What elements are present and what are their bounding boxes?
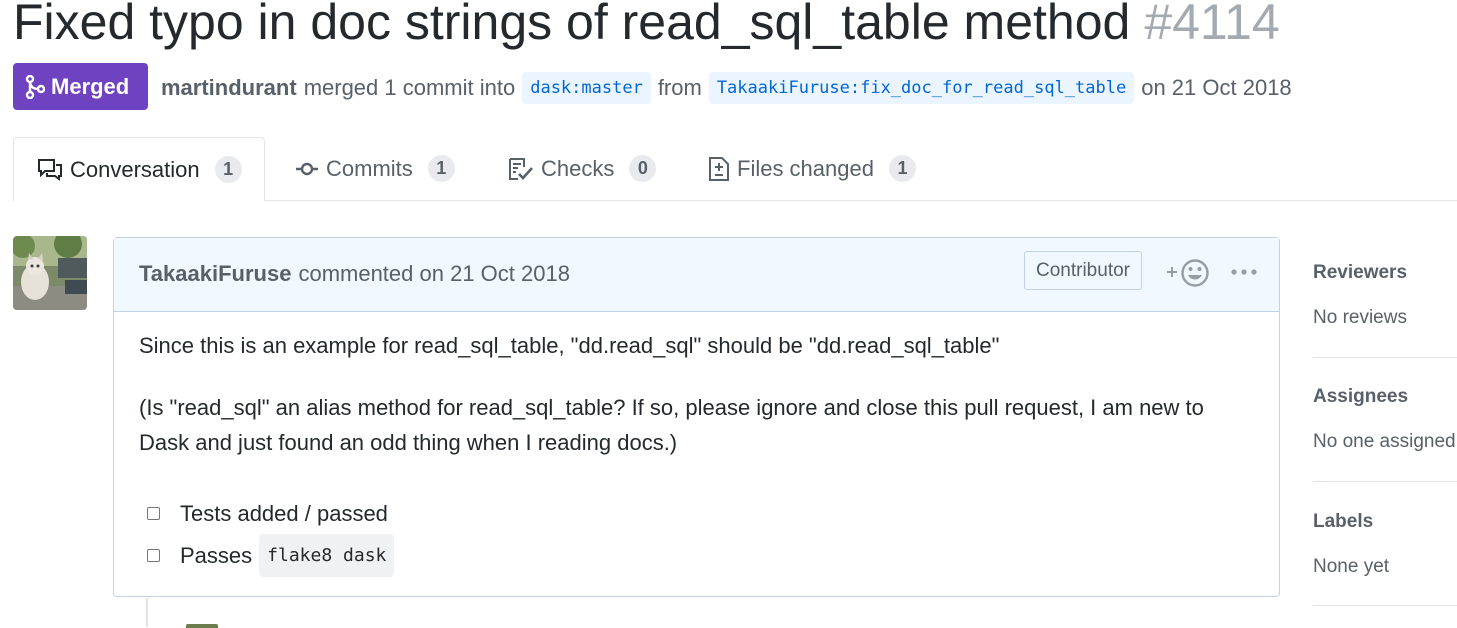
comment-paragraph-1: Since this is an example for read_sql_ta… bbox=[139, 333, 1000, 358]
labels-section[interactable]: Labels None yet bbox=[1313, 510, 1457, 579]
comment-discussion-icon bbox=[38, 158, 62, 181]
comment-box: TakaakiFuruse commented on 21 Oct 2018 C… bbox=[113, 237, 1280, 597]
comment-options-button[interactable] bbox=[1229, 258, 1259, 286]
pr-title-row: Fixed typo in doc strings of read_sql_ta… bbox=[13, 0, 1280, 54]
avatar-photo bbox=[13, 236, 87, 310]
checklist-icon bbox=[509, 157, 533, 180]
add-reaction-button[interactable] bbox=[1164, 256, 1214, 288]
task-checkbox[interactable] bbox=[147, 549, 160, 562]
git-merge-icon bbox=[25, 74, 45, 99]
sidebar-divider bbox=[1313, 481, 1457, 482]
tab-conversation-label: Conversation bbox=[70, 156, 200, 182]
sidebar-divider bbox=[1313, 357, 1457, 358]
merger-username-link[interactable]: martindurant bbox=[161, 75, 297, 101]
comment-paragraph-2: (Is "read_sql" an alias method for read_… bbox=[139, 395, 1204, 455]
comment-author-link[interactable]: TakaakiFuruse bbox=[139, 261, 291, 287]
comment-timestamp[interactable]: commented on 21 Oct 2018 bbox=[298, 261, 570, 287]
task-label: Tests added / passed bbox=[180, 501, 388, 526]
tab-files-changed-count: 1 bbox=[888, 155, 916, 182]
contributor-badge: Contributor bbox=[1024, 251, 1142, 290]
reviewers-section[interactable]: Reviewers No reviews bbox=[1313, 261, 1457, 330]
labels-title: Labels bbox=[1313, 511, 1374, 532]
tab-checks-label: Checks bbox=[541, 155, 615, 181]
task-checkbox[interactable] bbox=[147, 507, 160, 520]
merged-status-badge: Merged bbox=[13, 63, 148, 110]
tab-conversation[interactable]: Conversation 1 bbox=[13, 137, 265, 201]
git-commit-icon bbox=[296, 162, 318, 175]
assignees-section[interactable]: Assignees No one assigned bbox=[1313, 385, 1457, 454]
tab-files-changed-label: Files changed bbox=[737, 155, 874, 181]
task-label: Passes bbox=[180, 543, 253, 568]
comment-header: TakaakiFuruse commented on 21 Oct 2018 C… bbox=[114, 238, 1279, 312]
task-list-item: Passes flake8 dask bbox=[147, 534, 395, 577]
comment-author-avatar[interactable] bbox=[13, 236, 87, 310]
tab-commits-count: 1 bbox=[427, 155, 455, 182]
assignees-title: Assignees bbox=[1313, 386, 1409, 407]
tab-commits[interactable]: Commits 1 bbox=[295, 137, 455, 200]
pr-number: #4114 bbox=[1144, 0, 1280, 50]
labels-value: None yet bbox=[1313, 556, 1390, 577]
pr-tabs: Conversation 1 Commits 1 Checks 0 Files … bbox=[13, 137, 1457, 201]
tab-checks-count: 0 bbox=[629, 155, 657, 182]
inline-code: flake8 dask bbox=[259, 534, 395, 577]
merged-label: Merged bbox=[51, 73, 130, 99]
reviewers-value: No reviews bbox=[1313, 307, 1407, 328]
comment-meta: TakaakiFuruse commented on 21 Oct 2018 bbox=[139, 238, 570, 310]
tab-commits-label: Commits bbox=[326, 155, 413, 181]
assignees-value: No one assigned bbox=[1313, 431, 1456, 452]
task-list-item: Tests added / passed bbox=[147, 496, 388, 531]
reviewers-title: Reviewers bbox=[1313, 262, 1408, 283]
merge-date: on 21 Oct 2018 bbox=[1141, 75, 1292, 100]
tab-checks[interactable]: Checks 0 bbox=[508, 137, 657, 200]
smiley-plus-icon bbox=[1167, 259, 1209, 287]
merge-action-text: merged 1 commit into bbox=[303, 75, 516, 100]
next-event-avatar bbox=[186, 624, 218, 628]
pr-title: Fixed typo in doc strings of read_sql_ta… bbox=[13, 0, 1131, 50]
diff-icon bbox=[709, 156, 729, 181]
tab-files-changed[interactable]: Files changed 1 bbox=[708, 137, 916, 200]
from-text: from bbox=[657, 75, 702, 100]
head-branch[interactable]: TakaakiFuruse:fix_doc_for_read_sql_table bbox=[708, 72, 1135, 104]
timeline-line bbox=[146, 598, 148, 627]
tab-conversation-count: 1 bbox=[214, 156, 242, 183]
sidebar-divider bbox=[1313, 605, 1457, 606]
kebab-horizontal-icon bbox=[1231, 269, 1257, 275]
pr-meta: martindurant merged 1 commit into dask:m… bbox=[161, 70, 1299, 106]
base-branch[interactable]: dask:master bbox=[522, 72, 651, 104]
